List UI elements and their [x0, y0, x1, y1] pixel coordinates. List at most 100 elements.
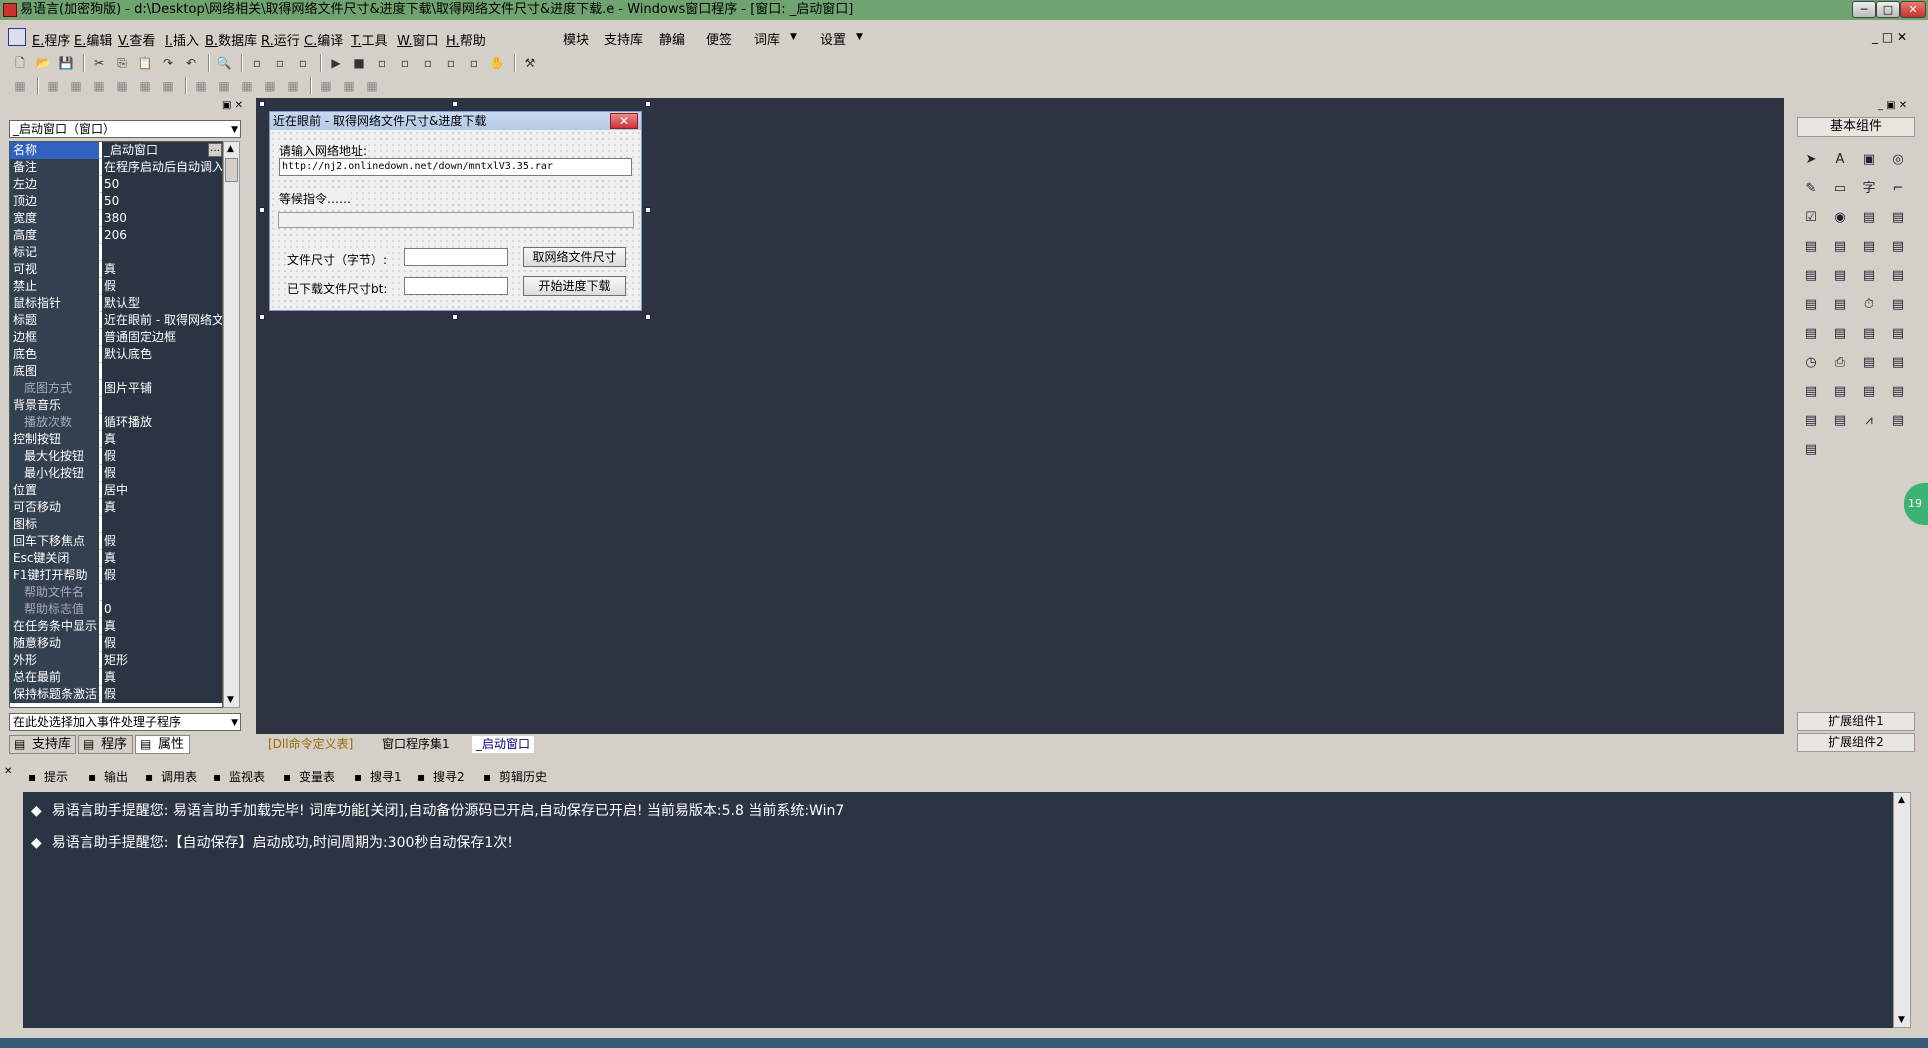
step1-icon[interactable]: ▫: [374, 55, 390, 71]
step2-icon[interactable]: ▫: [397, 55, 413, 71]
property-value[interactable]: 假: [102, 533, 222, 550]
property-row[interactable]: 保持标题条激活假: [10, 686, 222, 703]
event-selector[interactable]: 在此处选择加入事件处理子程序 ▼: [9, 713, 241, 731]
property-row[interactable]: 禁止假: [10, 278, 222, 295]
property-row[interactable]: 顶边 50: [10, 193, 222, 210]
calendar-icon[interactable]: ▤: [1887, 265, 1909, 287]
same-width-icon[interactable]: ▦: [193, 78, 209, 94]
property-row[interactable]: 底图方式 图片平铺: [10, 380, 222, 397]
menu-extra-3[interactable]: 便签: [706, 29, 732, 48]
progress-icon[interactable]: ▤: [1887, 236, 1909, 258]
listbox-icon[interactable]: ▤: [1887, 207, 1909, 229]
minimize-button[interactable]: ─: [1852, 1, 1876, 18]
chart-icon[interactable]: ⩘: [1858, 410, 1880, 432]
property-value[interactable]: 50: [102, 176, 222, 193]
get-size-button[interactable]: 取网络文件尺寸: [523, 247, 626, 267]
output-close-icon[interactable]: ✕: [4, 766, 12, 777]
edit-icon[interactable]: ✎: [1800, 178, 1822, 200]
menu-extra-2[interactable]: 静编: [659, 29, 685, 48]
property-value[interactable]: 默认型: [102, 295, 222, 312]
menu-extra-1[interactable]: 支持库: [604, 29, 643, 48]
menu-9[interactable]: H.帮助: [446, 30, 486, 49]
property-row[interactable]: 名称 _启动窗口…: [10, 142, 222, 159]
menu-3[interactable]: I.插入: [165, 30, 199, 49]
property-row[interactable]: Esc键关闭真: [10, 550, 222, 567]
property-row[interactable]: 图标: [10, 516, 222, 533]
property-row[interactable]: 帮助标志值 0: [10, 601, 222, 618]
output-tab-1[interactable]: ▪ 输出: [86, 769, 128, 786]
ellipsis-button[interactable]: …: [208, 143, 222, 157]
property-row[interactable]: 回车下移焦点假: [10, 533, 222, 550]
property-value[interactable]: 普通固定边框: [102, 329, 222, 346]
align-top-icon[interactable]: ▦: [114, 78, 130, 94]
align-center-icon[interactable]: ▦: [68, 78, 84, 94]
output-tab-6[interactable]: ▪ 搜寻2: [415, 769, 465, 786]
grid-icon[interactable]: ▤: [1800, 294, 1822, 316]
property-value[interactable]: 居中: [102, 482, 222, 499]
property-value[interactable]: 图片平铺: [102, 380, 222, 397]
property-row[interactable]: 总在最前真: [10, 669, 222, 686]
resize-handle[interactable]: [259, 314, 265, 320]
status-icon[interactable]: ▤: [1829, 294, 1851, 316]
property-value[interactable]: [102, 397, 222, 414]
tool-icon[interactable]: ⚒: [522, 55, 538, 71]
paste-icon[interactable]: 📋: [137, 55, 153, 71]
resize-handle[interactable]: [259, 207, 265, 213]
property-row[interactable]: 鼠标指针 默认型: [10, 295, 222, 312]
pointer-icon[interactable]: ➤: [1800, 149, 1822, 171]
start-download-button[interactable]: 开始进度下载: [523, 276, 626, 296]
property-value[interactable]: 假: [102, 465, 222, 482]
resize-handle[interactable]: [645, 207, 651, 213]
resize-handle[interactable]: [259, 101, 265, 107]
property-row[interactable]: 位置 居中: [10, 482, 222, 499]
align-bottom-icon[interactable]: ▦: [160, 78, 176, 94]
property-value[interactable]: 0: [102, 601, 222, 618]
property-row[interactable]: 帮助文件名: [10, 584, 222, 601]
menu-0[interactable]: E.程序: [32, 30, 70, 49]
property-row[interactable]: 左边 50: [10, 176, 222, 193]
radio-icon[interactable]: ◉: [1829, 207, 1851, 229]
database-icon[interactable]: ▤: [1829, 323, 1851, 345]
maximize-button[interactable]: □: [1876, 1, 1900, 18]
button-icon[interactable]: ▭: [1829, 178, 1851, 200]
property-row[interactable]: 底色 默认底色: [10, 346, 222, 363]
panel-controls[interactable]: _ ▣ ✕: [1878, 100, 1907, 111]
same-size-icon[interactable]: ▦: [239, 78, 255, 94]
resize-handle[interactable]: [645, 314, 651, 320]
redo-icon[interactable]: ↷: [160, 55, 176, 71]
network-icon[interactable]: ▤: [1858, 352, 1880, 374]
stop-icon[interactable]: ■: [351, 55, 367, 71]
spin-icon[interactable]: ▤: [1858, 323, 1880, 345]
align-middle-icon[interactable]: ▦: [137, 78, 153, 94]
hand-icon[interactable]: ✋: [489, 55, 505, 71]
property-value[interactable]: 真: [102, 618, 222, 635]
picture-icon[interactable]: ▣: [1858, 149, 1880, 171]
tab-icon[interactable]: ▤: [1800, 265, 1822, 287]
output-tab-2[interactable]: ▪ 调用表: [143, 769, 197, 786]
property-row[interactable]: 随意移动假: [10, 635, 222, 652]
property-value[interactable]: 380: [102, 210, 222, 227]
property-row[interactable]: 可否移动真: [10, 499, 222, 516]
property-value[interactable]: 真: [102, 499, 222, 516]
menu-1[interactable]: E.编辑: [74, 30, 112, 49]
property-value[interactable]: 假: [102, 278, 222, 295]
align-left-icon[interactable]: ▦: [45, 78, 61, 94]
line-icon[interactable]: ⌐: [1887, 178, 1909, 200]
property-value[interactable]: [102, 244, 222, 261]
property-value[interactable]: 206: [102, 227, 222, 244]
scrollbar-icon[interactable]: ▤: [1829, 236, 1851, 258]
table-icon[interactable]: ▤: [1800, 323, 1822, 345]
open-icon[interactable]: 📂: [35, 55, 51, 71]
save-icon[interactable]: 💾: [58, 55, 74, 71]
undo-icon[interactable]: ↶: [183, 55, 199, 71]
property-value[interactable]: 循环播放: [102, 414, 222, 431]
property-scrollbar[interactable]: ▲ ▼: [223, 141, 240, 708]
designed-form[interactable]: 近在眼前 - 取得网络文件尺寸&进度下载 ✕ 请输入网络地址: http://n…: [269, 111, 642, 311]
clock-icon[interactable]: ◷: [1800, 352, 1822, 374]
printer-icon[interactable]: ⎙: [1829, 352, 1851, 374]
tree2-icon[interactable]: ▤: [1800, 410, 1822, 432]
property-value[interactable]: 真: [102, 550, 222, 567]
menu-8[interactable]: W.窗口: [397, 30, 439, 49]
chevron-down-icon[interactable]: ▼: [790, 32, 797, 42]
slider-icon[interactable]: ▤: [1858, 236, 1880, 258]
